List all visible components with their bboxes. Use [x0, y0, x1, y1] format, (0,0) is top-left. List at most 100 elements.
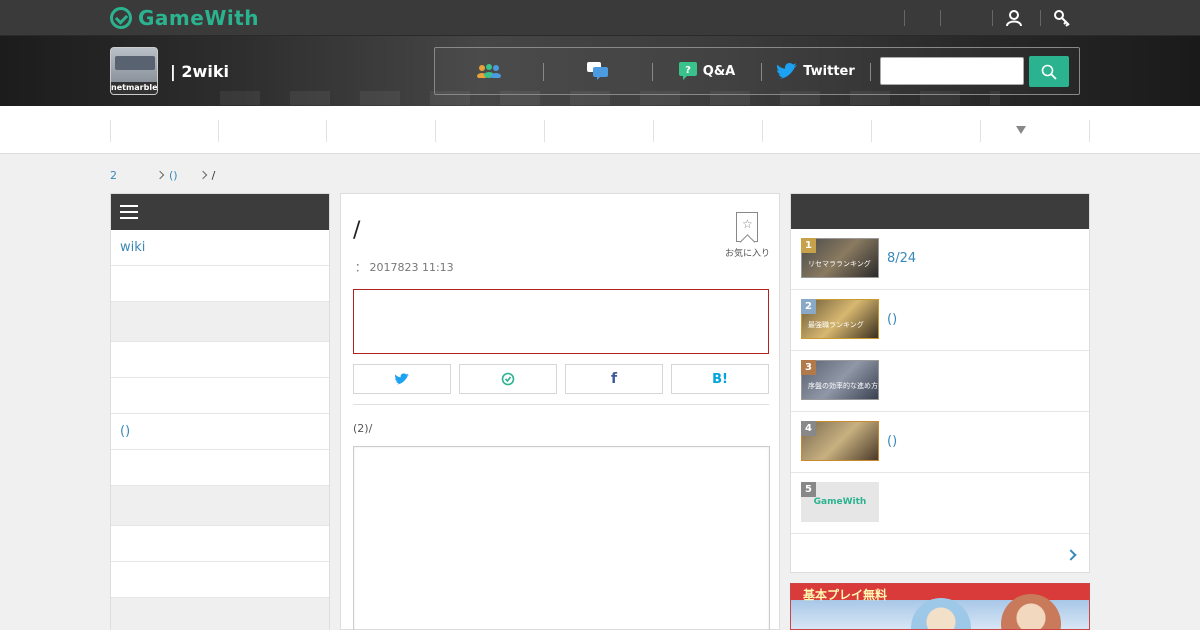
breadcrumb-item[interactable]: () [169, 169, 178, 182]
category-nav-item[interactable] [110, 120, 111, 142]
chevron-down-icon[interactable] [1016, 126, 1026, 134]
chevron-right-icon [155, 170, 165, 180]
user-icon[interactable] [1004, 8, 1024, 28]
sidebar-item[interactable] [111, 526, 329, 562]
star-icon: ☆ [742, 217, 753, 231]
top-separator [940, 10, 941, 26]
category-nav-item[interactable] [218, 120, 219, 142]
chat-icon [587, 62, 608, 80]
wiki-title[interactable]: | 2wiki [170, 62, 229, 81]
sidebar-item[interactable] [111, 342, 329, 378]
favorite-button[interactable]: ☆ お気に入り [725, 212, 770, 260]
ranking-item[interactable]: 4 () [791, 412, 1089, 473]
search-button[interactable] [1029, 56, 1069, 87]
thumbnail-caption: GameWith [813, 497, 867, 507]
ranking-panel: リセマラランキング 1 8/24 最強職ランキング 2 () 序盤の効率的な進め… [790, 193, 1090, 573]
ranking-item[interactable]: 最強職ランキング 2 () [791, 290, 1089, 351]
ranking-item[interactable]: 序盤の効率的な進め方 3 [791, 351, 1089, 412]
category-nav-item[interactable] [653, 120, 654, 142]
twitter-icon [777, 63, 798, 79]
sidebar-section-header [111, 486, 329, 526]
sidebar-item[interactable]: () [111, 414, 329, 450]
hatena-icon: B! [712, 371, 728, 387]
game-logo[interactable]: netmarble [110, 47, 158, 95]
search-input[interactable] [880, 57, 1024, 85]
chevron-right-icon[interactable] [1065, 549, 1077, 561]
top-separator [992, 10, 993, 26]
ranking-title: 8/24 [887, 251, 917, 266]
menu-icon[interactable] [120, 205, 138, 219]
nav-label: Twitter [803, 63, 855, 79]
category-nav-item[interactable] [435, 120, 436, 142]
line-icon [501, 372, 515, 386]
nav-chat[interactable] [544, 48, 652, 94]
community-icon [477, 64, 501, 78]
section-label: (2)/ [353, 422, 373, 435]
rank-badge: 3 [801, 360, 816, 375]
thumbnail-caption: 最強職ランキング [808, 321, 864, 329]
sidebar-item[interactable] [111, 450, 329, 486]
brand-name: GameWith [138, 6, 260, 30]
nav-separator [870, 63, 871, 81]
bookmark-icon: ☆ [736, 212, 758, 242]
ranking-item[interactable]: リセマラランキング 1 8/24 [791, 229, 1089, 290]
sidebar-item[interactable] [111, 562, 329, 598]
sidebar-menu-header [111, 194, 329, 230]
category-nav-item[interactable] [544, 120, 545, 142]
top-bar: GameWith [0, 0, 1200, 36]
thumbnail-caption: リセマラランキング [808, 260, 871, 268]
sidebar-item[interactable]: wiki [111, 230, 329, 266]
category-nav-separator [1089, 120, 1090, 142]
sidebar-item[interactable] [111, 266, 329, 302]
category-nav-item[interactable] [762, 120, 763, 142]
gamewith-logo[interactable]: GameWith [110, 5, 259, 31]
ranking-item[interactable]: GameWith 5 [791, 473, 1089, 534]
sidebar-section-header [111, 598, 329, 630]
game-logo-emblem [115, 56, 155, 70]
share-hatena-button[interactable]: B! [671, 364, 769, 394]
top-separator [904, 10, 905, 26]
share-twitter-button[interactable] [353, 364, 451, 394]
rank-badge: 2 [801, 299, 816, 314]
breadcrumb-current: / [211, 168, 216, 182]
key-icon[interactable] [1052, 8, 1072, 28]
ad-headline: 基本プレイ無料 [803, 588, 888, 602]
article-updated: ： 2017823 11:13 [355, 261, 454, 274]
nav-label: Q&A [702, 63, 736, 79]
breadcrumb-item[interactable]: 2 [110, 169, 117, 182]
rank-badge: 1 [801, 238, 816, 253]
facebook-icon: f [610, 371, 618, 387]
header-banner: netmarble | 2wiki ? Q&A Twitter [0, 36, 1200, 106]
share-line-button[interactable] [459, 364, 557, 394]
category-nav-more[interactable] [980, 120, 981, 142]
chevron-right-icon [198, 170, 207, 180]
twitter-icon [395, 373, 409, 385]
nav-qa[interactable]: ? Q&A [653, 48, 761, 94]
category-nav-item[interactable] [871, 120, 872, 142]
ad-character-image [1001, 594, 1061, 629]
left-sidebar: wiki () [110, 193, 330, 630]
sidebar-item[interactable] [111, 378, 329, 414]
ad-banner[interactable]: 基本プレイ無料 [790, 583, 1090, 630]
rank-badge: 5 [801, 482, 816, 497]
breadcrumb: 2 () / [110, 167, 215, 183]
content-frame [353, 446, 770, 630]
ranking-header [791, 194, 1089, 229]
ranking-title: () [887, 312, 898, 327]
qa-icon: ? [678, 62, 697, 80]
article: / ☆ お気に入り ： 2017823 11:13 f B! (2)/ [340, 193, 780, 630]
share-facebook-button[interactable]: f [565, 364, 663, 394]
ad-character-image [911, 598, 971, 629]
search-icon [1041, 64, 1057, 80]
rank-badge: 4 [801, 421, 816, 436]
thumbnail-caption: 序盤の効率的な進め方 [808, 382, 878, 390]
nav-twitter[interactable]: Twitter [762, 48, 870, 94]
nav-community[interactable] [435, 48, 543, 94]
svg-text:?: ? [685, 65, 691, 76]
page-title: / [353, 218, 361, 243]
ranking-title: () [887, 434, 898, 449]
game-logo-text: netmarble [111, 82, 158, 94]
category-nav-item[interactable] [326, 120, 327, 142]
category-nav [0, 106, 1200, 154]
top-separator [1040, 10, 1041, 26]
